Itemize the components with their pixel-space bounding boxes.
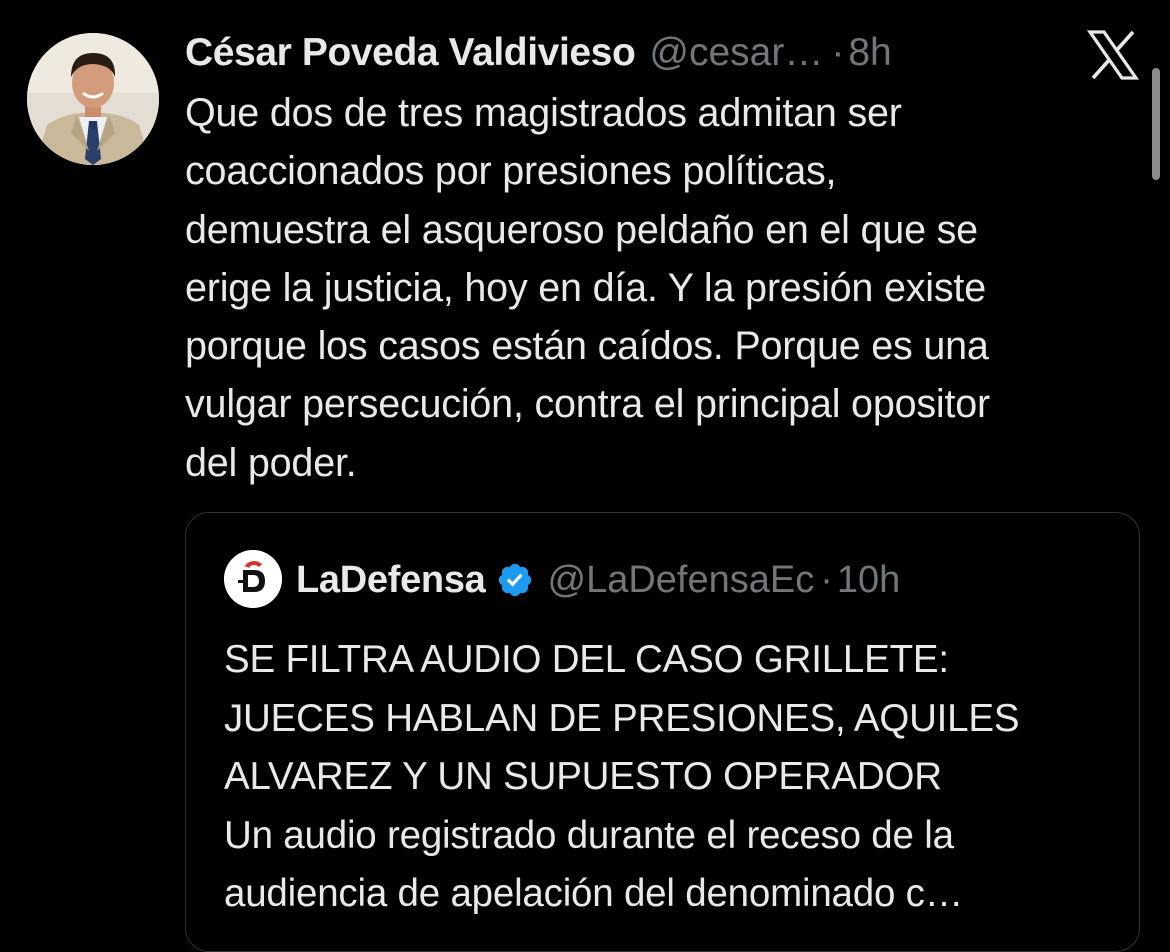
quoted-tweet-text: SE FILTRA AUDIO DEL CASO GRILLETE: JUECE… xyxy=(224,638,1020,915)
author-display-name[interactable]: César Poveda Valdivieso xyxy=(185,28,636,78)
quoted-tweet-card[interactable]: LaDefensa @LaDefensaEc · 10h SE FILTRA A… xyxy=(185,512,1140,952)
quoted-tweet-timestamp[interactable]: 10h xyxy=(837,557,900,603)
author-handle[interactable]: @cesar… xyxy=(649,28,823,78)
ladefensa-logo-icon xyxy=(224,550,282,608)
quoted-tweet-header: LaDefensa @LaDefensaEc · 10h xyxy=(296,557,900,603)
quoted-author-avatar[interactable] xyxy=(224,550,282,608)
quoted-header-separator: · xyxy=(820,559,833,601)
quoted-author-display-name[interactable]: LaDefensa xyxy=(296,557,486,603)
scrollbar-thumb[interactable] xyxy=(1152,68,1160,180)
avatar-photo xyxy=(27,33,159,165)
tweet-header: César Poveda Valdivieso @cesar… · 8h xyxy=(185,28,892,78)
tweet-text: Que dos de tres magistrados admitan ser … xyxy=(185,91,990,485)
x-icon[interactable] xyxy=(1086,30,1140,80)
verified-badge-icon[interactable] xyxy=(496,561,534,599)
quoted-author-handle[interactable]: @LaDefensaEc xyxy=(548,557,815,603)
tweet-timestamp[interactable]: 8h xyxy=(848,28,891,78)
header-separator: · xyxy=(831,31,845,74)
author-avatar[interactable] xyxy=(27,33,159,165)
tweet[interactable]: César Poveda Valdivieso @cesar… · 8h Que… xyxy=(0,0,1170,952)
